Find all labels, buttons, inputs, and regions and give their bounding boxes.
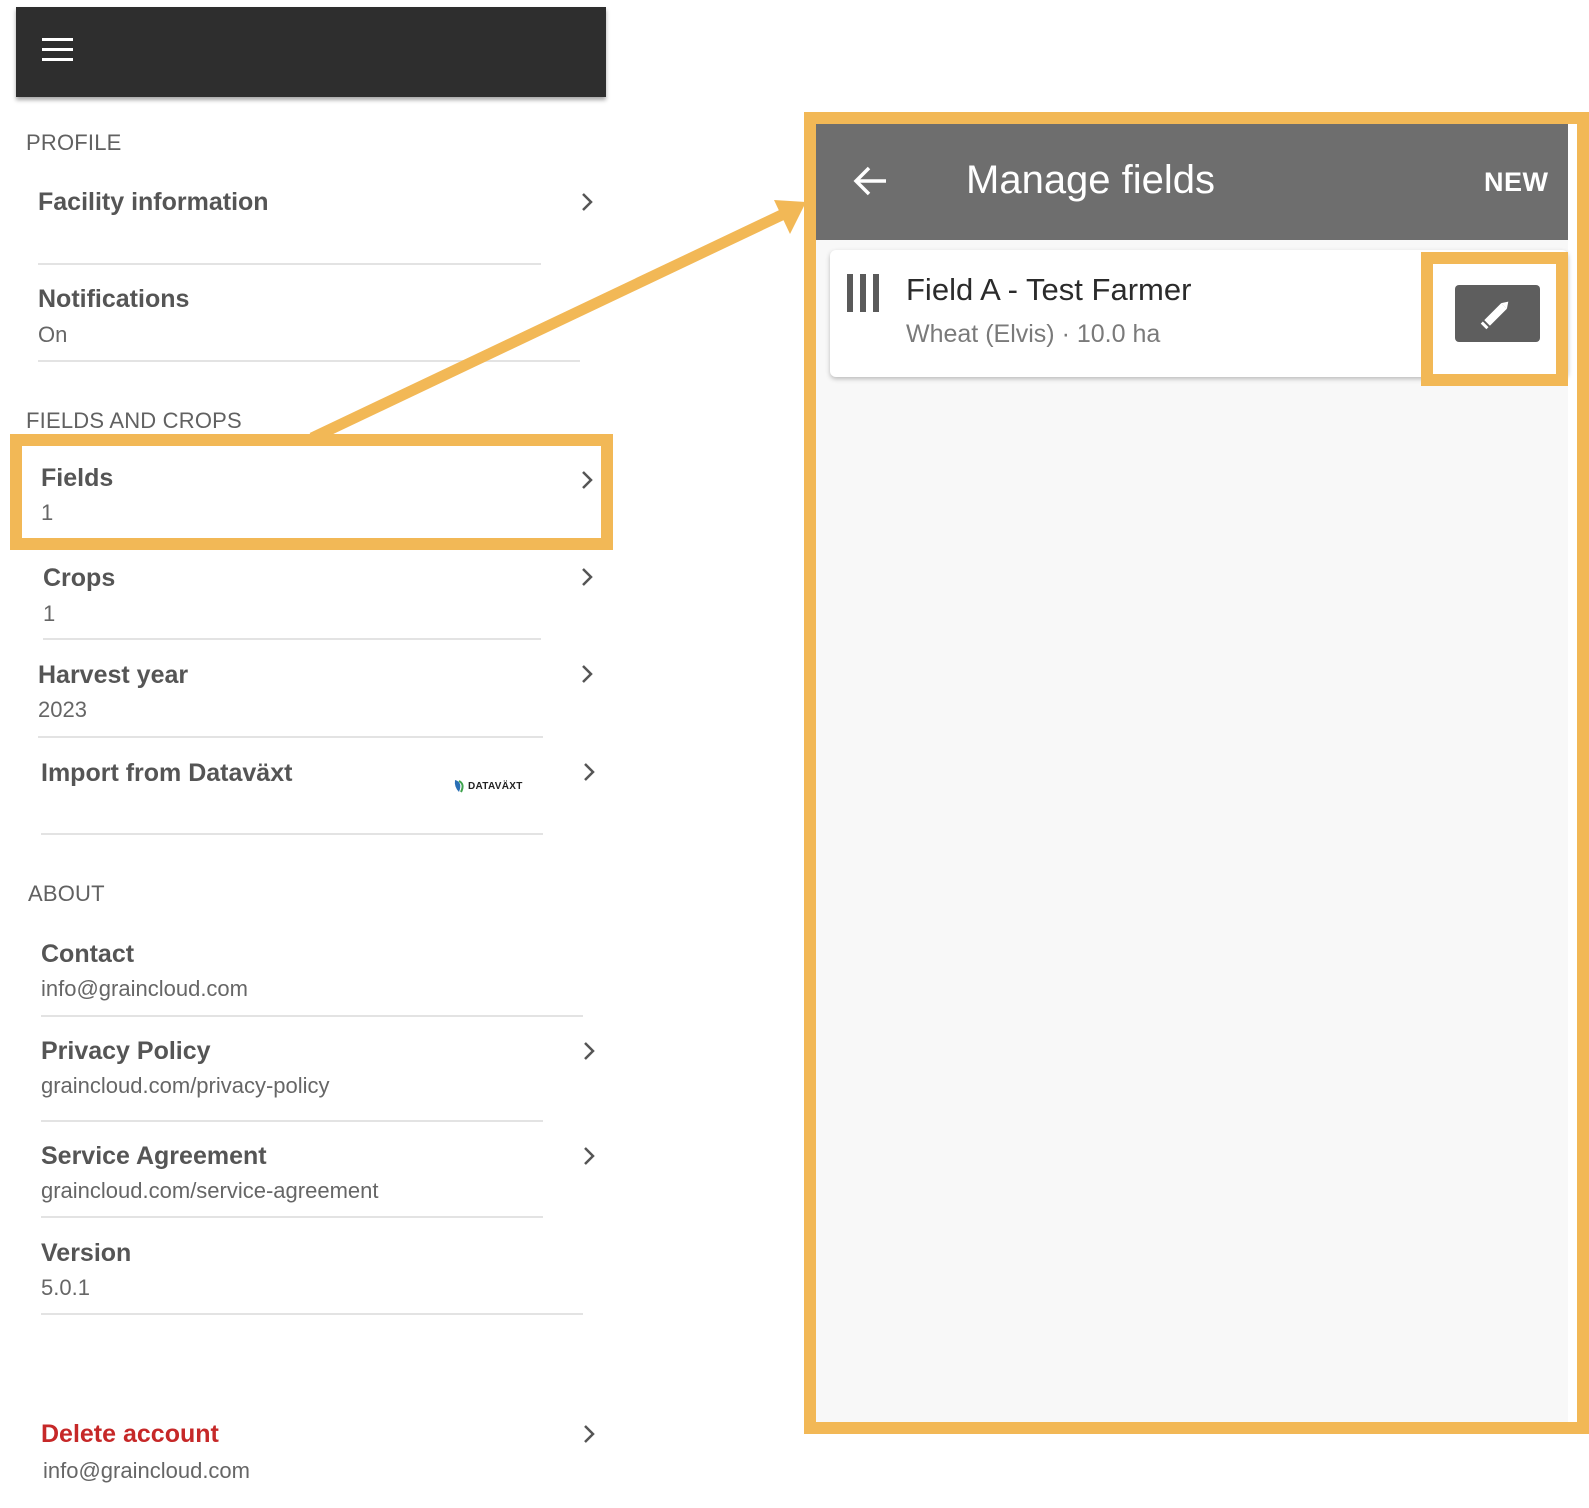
fields-highlight-box — [10, 434, 613, 550]
edit-button-highlight-box — [1421, 252, 1568, 386]
